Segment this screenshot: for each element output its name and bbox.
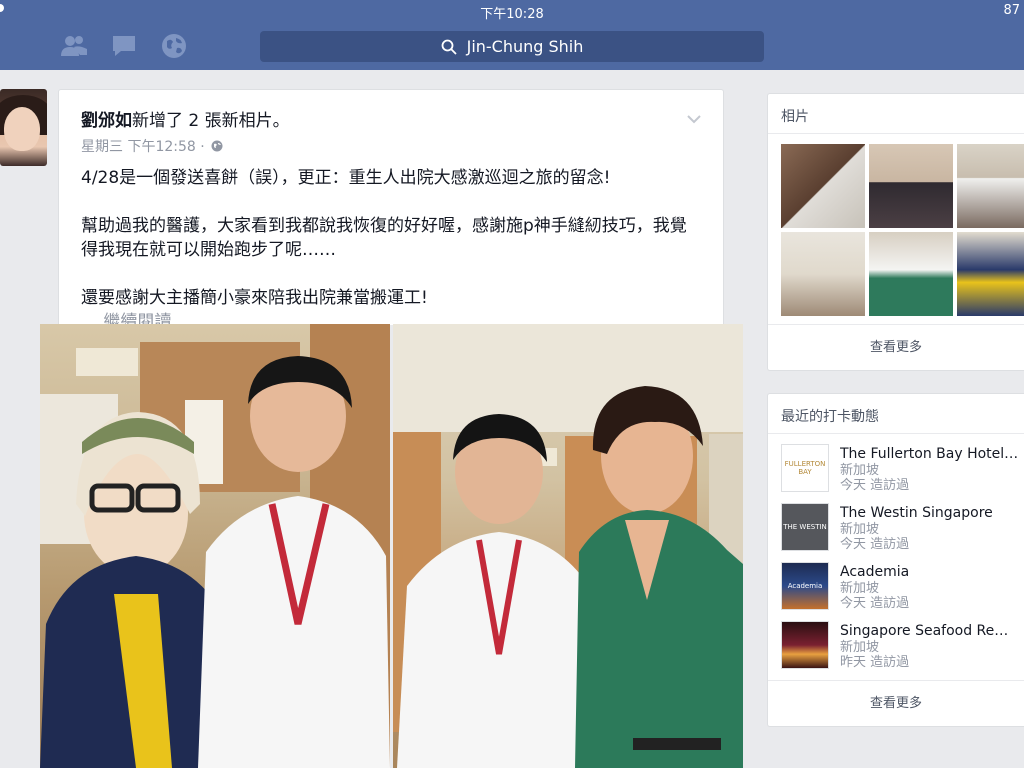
status-bar: 下午10:28 87 xyxy=(0,0,1024,22)
visit-time: 今天 造訪過 xyxy=(840,478,910,493)
post-timestamp[interactable]: 星期三 下午12:58 · xyxy=(81,136,205,156)
sidebar-photos: 相片 查看更多 xyxy=(767,93,1024,371)
visit-time: 昨天 造訪過 xyxy=(840,655,910,670)
chevron-down-icon[interactable] xyxy=(687,112,701,126)
messages-icon[interactable] xyxy=(110,33,138,59)
visit-time: 今天 造訪過 xyxy=(840,596,910,611)
post-paragraph: 還要感謝大主播簡小豪來陪我出院兼當搬運工! xyxy=(81,288,428,308)
post-paragraph: 4/28是一個發送喜餅（誤），更正：重生人出院大感激巡迴之旅的留念! xyxy=(81,168,611,188)
search-query: Jin-Chung Shih xyxy=(466,37,584,56)
battery-level: 87 xyxy=(1003,3,1020,18)
friends-icon[interactable] xyxy=(60,33,88,59)
search-input[interactable]: Jin-Chung Shih xyxy=(260,31,764,62)
globe-icon[interactable] xyxy=(160,33,188,59)
post-photos xyxy=(40,324,743,768)
photo-thumbnail[interactable] xyxy=(869,144,953,228)
see-more-photos-button[interactable]: 查看更多 xyxy=(768,324,1024,370)
photo-thumbnail[interactable] xyxy=(869,232,953,316)
place-logo xyxy=(781,621,829,669)
list-item[interactable]: FULLERTON BAY The Fullerton Bay Hotel… 新… xyxy=(781,444,1024,503)
place-location: 新加坡 xyxy=(840,522,880,537)
globe-icon xyxy=(211,140,223,152)
place-location: 新加坡 xyxy=(840,581,880,596)
place-location: 新加坡 xyxy=(840,463,880,478)
place-logo: THE WESTIN xyxy=(781,503,829,551)
place-name[interactable]: The Fullerton Bay Hotel… xyxy=(840,446,1020,463)
place-logo: Academia xyxy=(781,562,829,610)
visit-time: 今天 造訪過 xyxy=(840,537,910,552)
sidebar-photos-title: 相片 xyxy=(768,94,1024,134)
post-action: 新增了 2 張新相片。 xyxy=(132,111,290,131)
post-photo[interactable] xyxy=(393,324,743,768)
list-item[interactable]: Academia Academia 新加坡 今天 造訪過 xyxy=(781,562,1024,621)
place-logo: FULLERTON BAY xyxy=(781,444,829,492)
post-header: 劉邠如新增了 2 張新相片。 xyxy=(81,106,701,131)
see-more-checkins-button[interactable]: 查看更多 xyxy=(768,680,1024,726)
avatar[interactable] xyxy=(0,89,47,166)
sidebar-checkins: 最近的打卡動態 FULLERTON BAY The Fullerton Bay … xyxy=(767,393,1024,727)
photo-thumbnail[interactable] xyxy=(781,144,865,228)
photo-grid xyxy=(781,144,1024,316)
place-name[interactable]: Singapore Seafood Re… xyxy=(840,623,1020,640)
post-meta: 星期三 下午12:58 · xyxy=(81,136,701,156)
list-item[interactable]: THE WESTIN The Westin Singapore 新加坡 今天 造… xyxy=(781,503,1024,562)
photo-thumbnail[interactable] xyxy=(957,232,1024,316)
photo-thumbnail[interactable] xyxy=(781,232,865,316)
status-time: 下午10:28 xyxy=(480,7,544,22)
place-name[interactable]: Academia xyxy=(840,564,1020,581)
photo-thumbnail[interactable] xyxy=(957,144,1024,228)
checkin-list: FULLERTON BAY The Fullerton Bay Hotel… 新… xyxy=(781,444,1024,680)
search-icon xyxy=(441,39,457,55)
top-bar: 下午10:28 87 Jin-Chung Shih xyxy=(0,0,1024,70)
list-item[interactable]: Singapore Seafood Re… 新加坡 昨天 造訪過 xyxy=(781,621,1024,680)
sidebar-checkins-title: 最近的打卡動態 xyxy=(768,394,1024,434)
post-photo[interactable] xyxy=(40,324,390,768)
place-location: 新加坡 xyxy=(840,640,880,655)
place-name[interactable]: The Westin Singapore xyxy=(840,505,1020,522)
post-paragraph: 幫助過我的醫護，大家看到我都說我恢復的好好喔，感謝施p神手縫紉技巧，我覺得我現在… xyxy=(81,216,687,260)
post-card: 劉邠如新增了 2 張新相片。 星期三 下午12:58 · 4/28是一個發送喜餅… xyxy=(58,89,724,332)
nav-icons xyxy=(60,33,188,59)
post-author[interactable]: 劉邠如 xyxy=(81,111,132,131)
post-body: 4/28是一個發送喜餅（誤），更正：重生人出院大感激巡迴之旅的留念! 幫助過我的… xyxy=(81,166,701,334)
